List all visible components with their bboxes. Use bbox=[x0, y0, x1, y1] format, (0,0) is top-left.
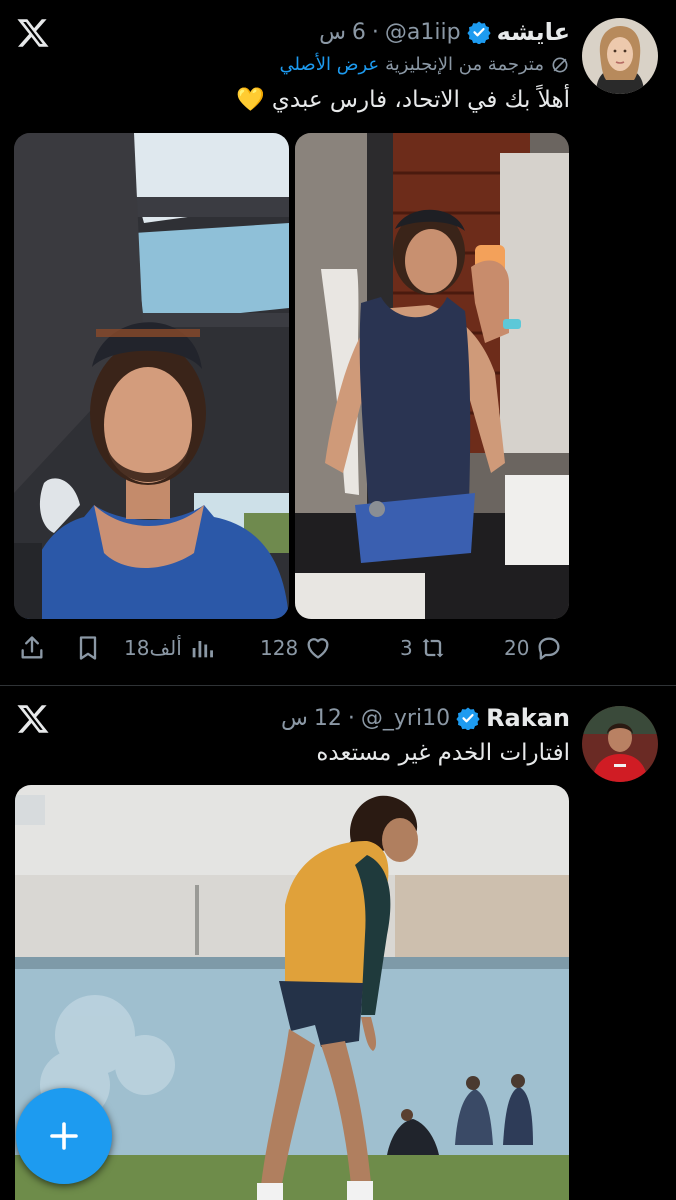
repost-button[interactable]: 3 bbox=[400, 628, 447, 668]
avatar[interactable] bbox=[582, 18, 658, 94]
reply-icon bbox=[538, 637, 560, 660]
translation-notice: مترجمة من الإنجليزية عرض الأصلي bbox=[279, 54, 570, 75]
bookmark-button[interactable] bbox=[74, 628, 102, 668]
tweet-header: عايشه @a1iip · 6 س bbox=[319, 18, 570, 46]
heart-icon bbox=[307, 638, 329, 659]
tweet-actions: 20 3 128 18ألف bbox=[0, 628, 676, 668]
share-icon bbox=[21, 636, 43, 659]
x-logo-icon bbox=[17, 705, 49, 733]
timestamp[interactable]: 6 bbox=[352, 20, 366, 45]
display-name[interactable]: Rakan bbox=[486, 704, 570, 732]
verified-badge-icon bbox=[466, 21, 491, 44]
translated-label: مترجمة من الإنجليزية bbox=[385, 54, 544, 75]
translate-icon bbox=[552, 57, 568, 72]
views-count: 18ألف bbox=[124, 636, 182, 660]
repost-count: 3 bbox=[400, 636, 413, 660]
tweet-text: أهلاً بك في الاتحاد، فارس عبدي 💛 bbox=[235, 87, 570, 113]
verified-badge-icon bbox=[456, 707, 480, 730]
compose-button[interactable] bbox=[16, 1088, 112, 1184]
show-original-link[interactable]: عرض الأصلي bbox=[279, 54, 379, 75]
plus-icon bbox=[50, 1122, 78, 1150]
handle[interactable]: @a1iip bbox=[385, 20, 461, 45]
x-logo-icon bbox=[17, 19, 49, 47]
views-icon bbox=[192, 641, 213, 658]
reply-count: 20 bbox=[504, 636, 530, 660]
repost-icon bbox=[422, 638, 444, 658]
separator-dot: · bbox=[347, 705, 355, 731]
timestamp-unit: س bbox=[319, 19, 346, 45]
reply-button[interactable]: 20 bbox=[504, 628, 563, 668]
tweet-photo-1[interactable] bbox=[14, 133, 289, 619]
timestamp[interactable]: 12 bbox=[314, 706, 342, 731]
bookmark-icon bbox=[79, 636, 97, 660]
views-button[interactable]: 18ألف bbox=[124, 628, 216, 668]
tweet-header: Rakan @_yri10 · 12 س bbox=[281, 704, 570, 732]
handle[interactable]: @_yri10 bbox=[361, 706, 450, 731]
display-name[interactable]: عايشه bbox=[497, 18, 570, 46]
tweet-text: افتارات الخدم غير مستعده bbox=[316, 740, 570, 766]
like-button[interactable]: 128 bbox=[260, 628, 332, 668]
separator-dot: · bbox=[371, 19, 379, 45]
timestamp-unit: س bbox=[281, 705, 308, 731]
avatar[interactable] bbox=[582, 706, 658, 782]
share-button[interactable] bbox=[18, 628, 46, 668]
like-count: 128 bbox=[260, 636, 299, 660]
tweet-1[interactable]: عايشه @a1iip · 6 س مترجمة من الإنجليزية … bbox=[0, 0, 676, 685]
tweet-photo-2[interactable] bbox=[295, 133, 569, 619]
